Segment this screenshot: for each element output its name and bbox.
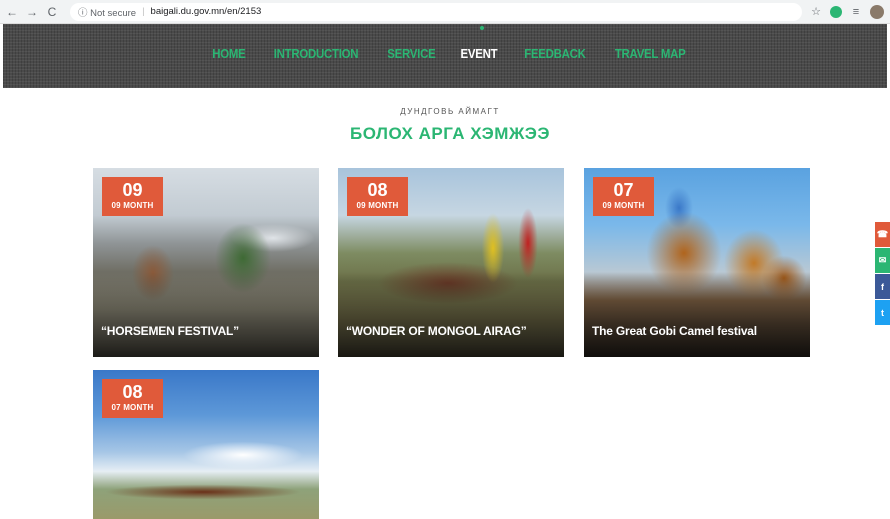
nav-active-dot <box>480 26 484 30</box>
chat-icon[interactable]: ✉ <box>875 248 890 273</box>
date-month: 09 MONTH <box>111 201 154 210</box>
event-title[interactable]: “WONDER OF MONGOL AIRAG” <box>346 324 558 338</box>
section-title: БОЛОХ АРГА ХЭМЖЭЭ <box>350 124 550 143</box>
date-month: 09 MONTH <box>356 201 399 210</box>
phone-icon[interactable]: ☎ <box>875 222 890 247</box>
profile-avatar[interactable] <box>870 4 884 19</box>
date-badge: 08 09 MONTH <box>347 177 408 216</box>
photo-shade <box>584 271 810 357</box>
nav-item-feedback[interactable]: FEEDBACK <box>524 46 586 61</box>
date-badge: 07 09 MONTH <box>593 177 654 216</box>
event-title[interactable]: The Great Gobi Camel festival <box>592 324 804 338</box>
star-icon[interactable]: ☆ <box>808 4 824 20</box>
nav-item-service[interactable]: SERVICE <box>387 46 435 61</box>
date-month: 09 MONTH <box>602 201 645 210</box>
section-subtitle: ДУНДГОВЬ АЙМАГТ <box>400 107 500 116</box>
forward-icon[interactable]: → <box>24 4 40 20</box>
date-month: 07 MONTH <box>111 403 154 412</box>
main-nav: HOME INTRODUCTION SERVICE EVENT FEEDBACK… <box>3 46 887 61</box>
nav-item-introduction[interactable]: INTRODUCTION <box>273 46 358 61</box>
event-card[interactable]: 07 09 MONTH The Great Gobi Camel festiva… <box>584 168 810 357</box>
date-badge: 09 09 MONTH <box>102 177 163 216</box>
browser-toolbar: ← → C ⓘ Not secure | baigali.du.gov.mn/e… <box>0 0 890 24</box>
security-indicator[interactable]: ⓘ Not secure <box>78 5 136 19</box>
url-text[interactable]: baigali.du.gov.mn/en/2153 <box>151 6 262 17</box>
photo-shade <box>338 271 564 357</box>
nav-item-travel-map[interactable]: TRAVEL MAP <box>615 46 686 61</box>
social-sidebar: ☎ ✉ f t <box>875 222 890 326</box>
facebook-icon[interactable]: f <box>875 274 890 299</box>
nav-item-home[interactable]: HOME <box>212 46 246 61</box>
date-day: 08 <box>367 180 388 200</box>
date-day: 09 <box>122 180 143 200</box>
reload-icon[interactable]: C <box>44 4 60 20</box>
twitter-icon[interactable]: t <box>875 300 890 325</box>
event-title[interactable]: “HORSEMEN FESTIVAL” <box>101 324 313 338</box>
address-bar[interactable]: ⓘ Not secure | baigali.du.gov.mn/en/2153 <box>70 2 802 21</box>
back-icon[interactable]: ← <box>4 4 20 20</box>
photo-shade <box>93 271 319 357</box>
address-separator: | <box>142 6 145 17</box>
extension-icon[interactable] <box>830 5 842 18</box>
event-card[interactable]: 08 09 MONTH “WONDER OF MONGOL AIRAG” <box>338 168 564 357</box>
date-badge: 08 07 MONTH <box>102 379 163 418</box>
date-day: 07 <box>613 180 634 200</box>
reading-list-icon[interactable]: ≡ <box>848 4 864 20</box>
event-card[interactable]: 09 09 MONTH “HORSEMEN FESTIVAL” <box>93 168 319 357</box>
date-day: 08 <box>122 382 143 402</box>
site-header: HOME INTRODUCTION SERVICE EVENT FEEDBACK… <box>3 24 887 88</box>
nav-item-event[interactable]: EVENT <box>461 46 498 61</box>
event-card[interactable]: 08 07 MONTH <box>93 370 319 519</box>
